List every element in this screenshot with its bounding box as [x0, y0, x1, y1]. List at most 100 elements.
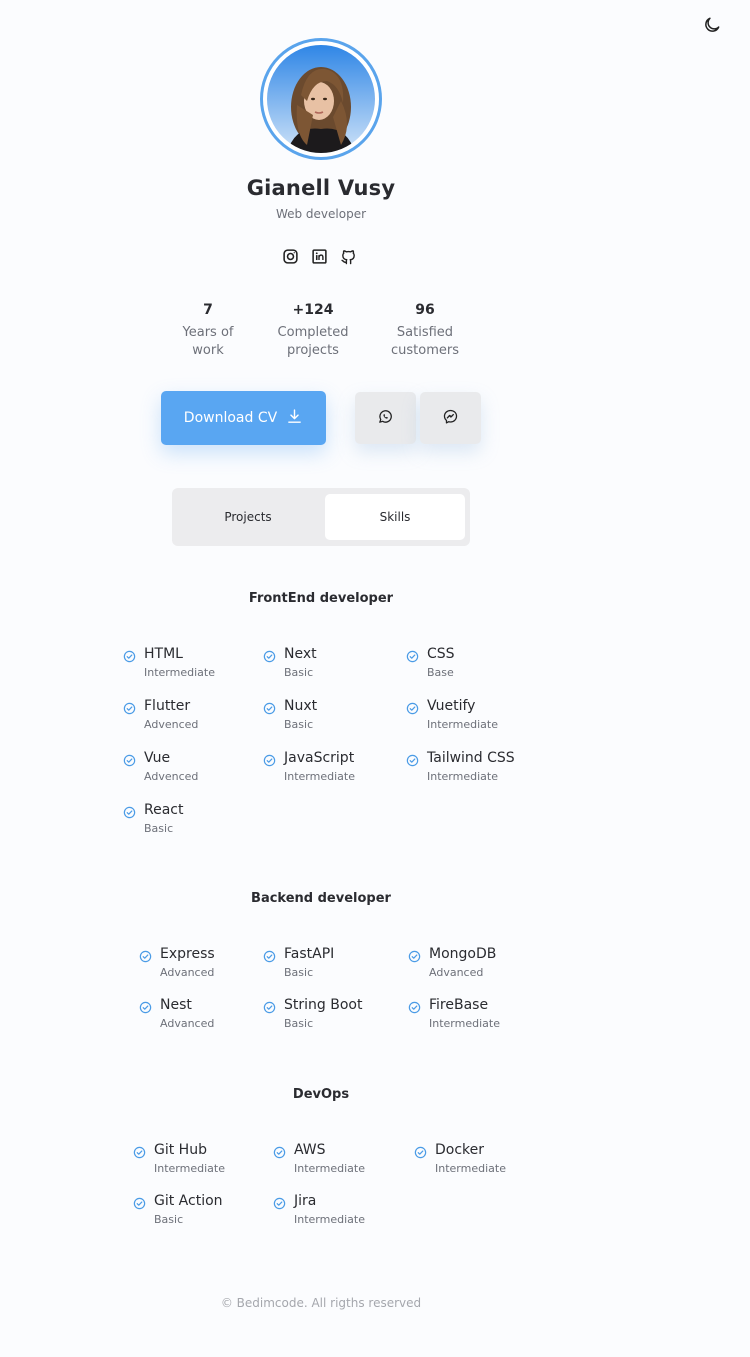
skill-item: MongoDB Advanced — [408, 946, 496, 979]
instagram-icon[interactable] — [282, 248, 299, 265]
skill-text: Nest Advanced — [160, 997, 214, 1030]
skill-name: String Boot — [284, 997, 363, 1013]
skill-level: Intermediate — [144, 666, 215, 679]
skill-name: Tailwind CSS — [427, 750, 515, 766]
skill-level: Advanced — [160, 1017, 215, 1030]
skill-name: FastAPI — [284, 946, 335, 962]
moon-icon[interactable] — [702, 15, 722, 35]
skill-name: Next — [284, 646, 317, 662]
skill-item: Express Advanced — [139, 946, 215, 979]
tab-skills[interactable]: Skills — [325, 494, 465, 540]
skill-level: Intermediate — [427, 770, 498, 783]
profile-role: Web developer — [275, 207, 367, 221]
skill-item: FireBase Intermediate — [408, 997, 500, 1030]
check-circle-icon — [408, 948, 421, 963]
skill-name: Express — [160, 946, 215, 962]
skill-item: Vuetify Intermediate — [406, 698, 498, 731]
skill-text: Docker Intermediate — [435, 1142, 506, 1175]
skill-level: Intermediate — [294, 1213, 365, 1226]
skill-name: Nest — [160, 997, 192, 1013]
download-icon — [286, 408, 303, 429]
section-title-frontend: FrontEnd developer — [248, 591, 394, 606]
skill-text: Vuetify Intermediate — [427, 698, 498, 731]
skill-item: Git Hub Intermediate — [133, 1142, 225, 1175]
skill-item: Flutter Advenced — [123, 698, 198, 731]
check-circle-icon — [263, 999, 276, 1014]
skill-level: Basic — [284, 666, 314, 679]
skill-name: Nuxt — [284, 698, 318, 714]
skill-text: Next Basic — [284, 646, 317, 679]
skill-name: Git Action — [154, 1193, 223, 1209]
skill-level: Basic — [144, 822, 174, 835]
social-links — [282, 248, 357, 265]
skill-level: Intermediate — [154, 1162, 225, 1175]
skill-level: Advanced — [160, 966, 215, 979]
stat-projects: +124 Completed projects — [258, 302, 368, 360]
skill-name: Git Hub — [154, 1142, 207, 1158]
skill-item: Tailwind CSS Intermediate — [406, 750, 515, 783]
section-tabs: Projects Skills — [172, 488, 470, 546]
check-circle-icon — [263, 648, 276, 663]
skill-item: Nuxt Basic — [263, 698, 317, 731]
skill-level: Basic — [284, 966, 314, 979]
skill-item: HTML Intermediate — [123, 646, 215, 679]
check-circle-icon — [123, 752, 136, 767]
download-cv-label: Download CV — [183, 410, 278, 426]
stat-value: 96 — [415, 302, 435, 318]
skill-level: Intermediate — [427, 718, 498, 731]
skill-text: Tailwind CSS Intermediate — [427, 750, 515, 783]
whatsapp-icon — [377, 408, 394, 429]
check-circle-icon — [406, 700, 419, 715]
messenger-button[interactable] — [420, 392, 481, 444]
skill-item: FastAPI Basic — [263, 946, 334, 979]
check-circle-icon — [263, 700, 276, 715]
check-circle-icon — [408, 999, 421, 1014]
skill-name: JavaScript — [284, 750, 355, 766]
download-cv-button[interactable]: Download CV — [161, 391, 326, 445]
check-circle-icon — [263, 752, 276, 767]
skill-text: Jira Intermediate — [294, 1193, 365, 1226]
check-circle-icon — [406, 648, 419, 663]
skill-level: Basic — [154, 1213, 184, 1226]
check-circle-icon — [273, 1195, 286, 1210]
skill-name: MongoDB — [429, 946, 497, 962]
skill-item: Jira Intermediate — [273, 1193, 365, 1226]
stat-value: 7 — [203, 302, 213, 318]
skill-text: React Basic — [144, 802, 183, 835]
check-circle-icon — [414, 1144, 427, 1159]
skill-item: String Boot Basic — [263, 997, 362, 1030]
skill-text: FastAPI Basic — [284, 946, 334, 979]
skill-name: Docker — [435, 1142, 485, 1158]
skill-item: Nest Advanced — [139, 997, 214, 1030]
linkedin-icon[interactable] — [311, 248, 328, 265]
skill-level: Intermediate — [284, 770, 355, 783]
section-title-backend: Backend developer — [251, 891, 391, 906]
stat-customers: 96 Satisfied customers — [370, 302, 480, 360]
skill-item: Git Action Basic — [133, 1193, 223, 1226]
skill-name: Vuetify — [427, 698, 476, 714]
check-circle-icon — [123, 700, 136, 715]
stat-years: 7 Years of work — [153, 302, 263, 360]
skill-level: Intermediate — [435, 1162, 506, 1175]
whatsapp-button[interactable] — [355, 392, 416, 444]
skill-item: Docker Intermediate — [414, 1142, 506, 1175]
skill-text: Express Advanced — [160, 946, 215, 979]
check-circle-icon — [123, 804, 136, 819]
skill-level: Intermediate — [429, 1017, 500, 1030]
stat-value: +124 — [292, 302, 334, 318]
skill-level: Basic — [284, 718, 314, 731]
tab-projects[interactable]: Projects — [178, 494, 318, 540]
check-circle-icon — [406, 752, 419, 767]
skill-name: FireBase — [429, 997, 489, 1013]
check-circle-icon — [263, 948, 276, 963]
skill-text: Git Action Basic — [154, 1193, 223, 1226]
check-circle-icon — [133, 1144, 146, 1159]
skill-text: Git Hub Intermediate — [154, 1142, 225, 1175]
github-icon[interactable] — [340, 248, 357, 265]
skill-text: FireBase Intermediate — [429, 997, 500, 1030]
skill-name: HTML — [144, 646, 183, 662]
skill-name: Jira — [294, 1193, 317, 1209]
check-circle-icon — [133, 1195, 146, 1210]
skill-item: React Basic — [123, 802, 183, 835]
skill-level: Advenced — [144, 770, 199, 783]
